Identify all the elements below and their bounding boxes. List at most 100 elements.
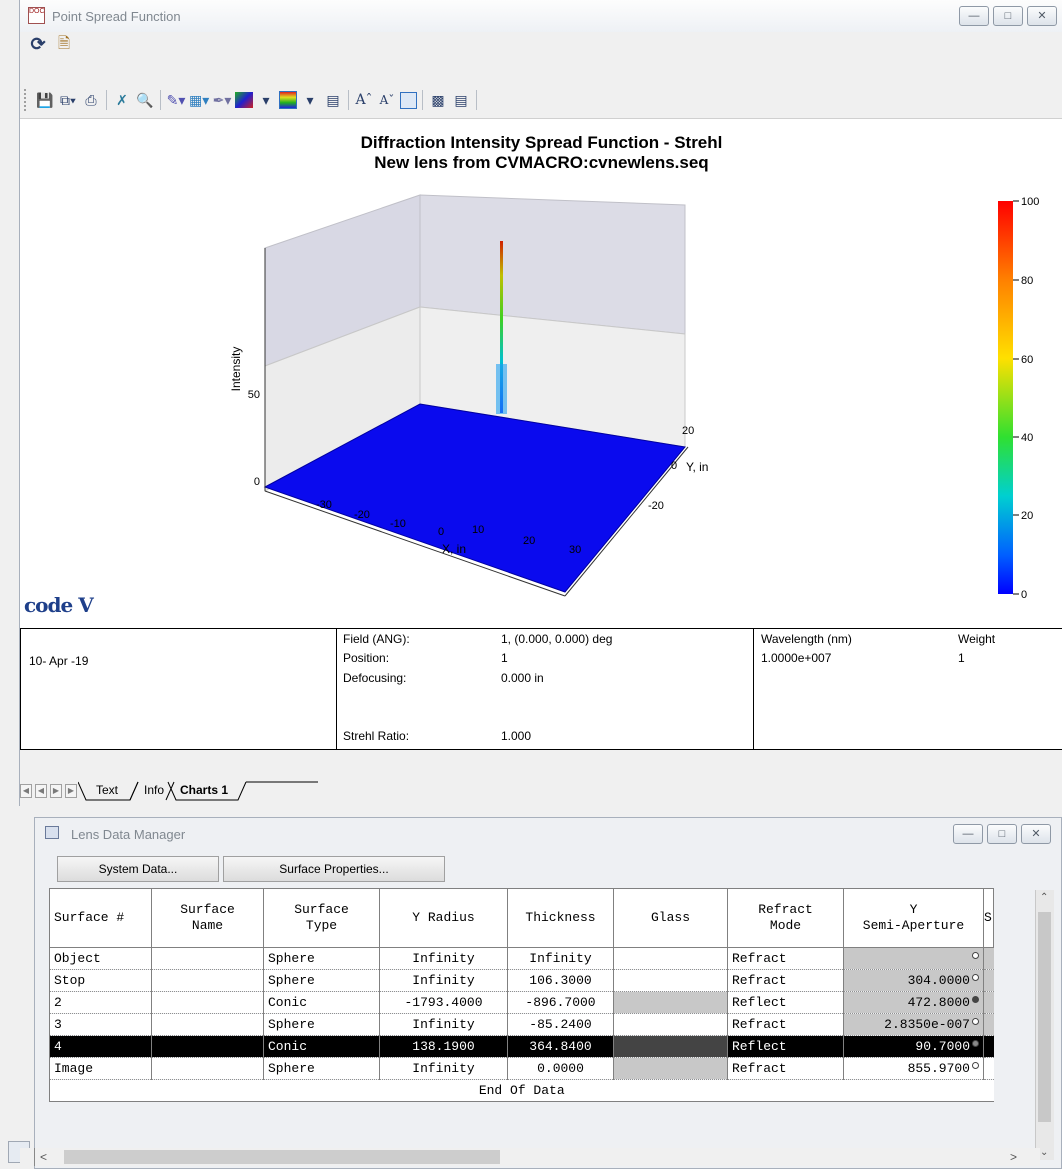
cell-radius[interactable]: Infinity — [379, 969, 508, 992]
print-icon[interactable]: ⎙ — [81, 90, 101, 110]
minimize-button[interactable]: — — [959, 6, 989, 26]
psf-title-bar[interactable]: DOC Point Spread Function — □ ✕ — [20, 0, 1062, 32]
zoom-icon[interactable]: 🔍 — [135, 90, 155, 110]
cell-mode[interactable]: Refract — [727, 969, 844, 992]
cell-type[interactable]: Sphere — [263, 947, 380, 970]
cell-name[interactable] — [151, 991, 264, 1014]
legend-icon[interactable] — [279, 91, 297, 109]
vertical-scrollbar[interactable]: ⌃ ⌄ — [1035, 890, 1054, 1160]
last-page-button[interactable]: ▶ — [65, 784, 77, 798]
save-icon[interactable]: 💾 — [35, 90, 55, 110]
tab-text[interactable]: Text — [96, 783, 118, 797]
scroll-left-icon[interactable]: < — [40, 1150, 47, 1164]
tab-charts-1[interactable]: Charts 1 — [180, 783, 228, 797]
cell-radius[interactable]: Infinity — [379, 1057, 508, 1080]
cell-thickness[interactable]: -896.7000 — [507, 991, 614, 1014]
cell-glass[interactable] — [613, 969, 728, 992]
col-glass[interactable]: Glass — [613, 888, 728, 948]
gradient-icon[interactable] — [235, 92, 253, 108]
table-row[interactable]: 2 Conic -1793.4000 -896.7000 Reflect 472… — [49, 991, 994, 1014]
list-icon[interactable]: ▤ — [451, 90, 471, 110]
cell-thickness[interactable]: 364.8400 — [507, 1035, 614, 1058]
table-row[interactable]: Image Sphere Infinity 0.0000 Refract 855… — [49, 1057, 994, 1080]
cell-name[interactable] — [151, 1035, 264, 1058]
cell-mode[interactable]: Refract — [727, 1057, 844, 1080]
cell-aperture[interactable]: 472.8000 — [843, 991, 984, 1014]
cell-glass[interactable] — [613, 947, 728, 970]
grid-icon[interactable]: ▩ — [428, 90, 448, 110]
frame-icon[interactable] — [400, 91, 417, 109]
paint-icon[interactable]: ✎▾ — [166, 90, 186, 110]
scroll-down-icon[interactable]: ⌄ — [1040, 1147, 1048, 1158]
system-data-button[interactable]: System Data... — [57, 856, 219, 882]
table-row[interactable]: Object Sphere Infinity Infinity Refract — [49, 947, 994, 970]
col-y-radius[interactable]: Y Radius — [379, 888, 508, 948]
col-refract-mode[interactable]: Refract Mode — [727, 888, 844, 948]
cell-thickness[interactable]: 0.0000 — [507, 1057, 614, 1080]
toolbar-grip[interactable] — [24, 89, 29, 111]
cell-thickness[interactable]: 106.3000 — [507, 969, 614, 992]
cell-type[interactable]: Sphere — [263, 1057, 380, 1080]
cell-aperture[interactable]: 2.8350e-007 — [843, 1013, 984, 1036]
scroll-right-icon[interactable]: > — [1010, 1150, 1017, 1164]
cell-type[interactable]: Conic — [263, 991, 380, 1014]
horizontal-scrollbar[interactable]: < > — [20, 1148, 1040, 1166]
col-surface-number[interactable]: Surface # — [49, 888, 152, 948]
table-icon[interactable]: ▤ — [323, 90, 343, 110]
ldm-maximize-button[interactable]: □ — [987, 824, 1017, 844]
col-extra[interactable]: S — [983, 888, 994, 948]
col-thickness[interactable]: Thickness — [507, 888, 614, 948]
vertical-scroll-thumb[interactable] — [1038, 912, 1051, 1122]
cell-surface[interactable]: Image — [49, 1057, 152, 1080]
table-row[interactable]: Stop Sphere Infinity 106.3000 Refract 30… — [49, 969, 994, 992]
cell-type[interactable]: Sphere — [263, 969, 380, 992]
cell-aperture[interactable]: 855.9700 — [843, 1057, 984, 1080]
cell-glass[interactable] — [613, 1057, 728, 1080]
close-button[interactable]: ✕ — [1027, 6, 1057, 26]
first-page-button[interactable]: ◀ — [20, 784, 32, 798]
cell-radius[interactable]: Infinity — [379, 947, 508, 970]
cell-mode[interactable]: Reflect — [727, 991, 844, 1014]
maximize-button[interactable]: □ — [993, 6, 1023, 26]
ldm-close-button[interactable]: ✕ — [1021, 824, 1051, 844]
cell-glass[interactable] — [613, 1013, 728, 1036]
next-page-button[interactable]: ▶ — [50, 784, 62, 798]
ldm-minimize-button[interactable]: — — [953, 824, 983, 844]
horizontal-scroll-thumb[interactable] — [64, 1150, 500, 1164]
cell-radius[interactable]: 138.1900 — [379, 1035, 508, 1058]
cell-mode[interactable]: Reflect — [727, 1035, 844, 1058]
copy-icon[interactable]: ⧉▾ — [58, 90, 78, 110]
cell-surface[interactable]: 4 — [49, 1035, 152, 1058]
export-icon[interactable]: 🗎 — [54, 34, 74, 54]
cell-thickness[interactable]: -85.2400 — [507, 1013, 614, 1036]
cell-glass[interactable] — [613, 1035, 728, 1058]
cell-type[interactable]: Conic — [263, 1035, 380, 1058]
cell-aperture[interactable]: 90.7000 — [843, 1035, 984, 1058]
refresh-icon[interactable]: ⟳ — [28, 34, 48, 54]
cell-mode[interactable]: Refract — [727, 1013, 844, 1036]
cell-glass[interactable] — [613, 991, 728, 1014]
cell-surface[interactable]: 3 — [49, 1013, 152, 1036]
cell-name[interactable] — [151, 1057, 264, 1080]
fit-icon[interactable]: ✗ — [112, 90, 132, 110]
cell-surface[interactable]: 2 — [49, 991, 152, 1014]
cell-type[interactable]: Sphere — [263, 1013, 380, 1036]
cell-mode[interactable]: Refract — [727, 947, 844, 970]
col-surface-name[interactable]: Surface Name — [151, 888, 264, 948]
font-down-icon[interactable]: Aˇ — [377, 90, 397, 110]
scroll-up-icon[interactable]: ⌃ — [1040, 892, 1048, 903]
brush-icon[interactable]: ✒▾ — [212, 90, 232, 110]
cell-name[interactable] — [151, 969, 264, 992]
cell-aperture[interactable]: 304.0000 — [843, 969, 984, 992]
table-row-selected[interactable]: 4 Conic 138.1900 364.8400 Reflect 90.700… — [49, 1035, 994, 1058]
cell-radius[interactable]: Infinity — [379, 1013, 508, 1036]
col-y-semi-aperture[interactable]: Y Semi-Aperture — [843, 888, 984, 948]
cell-surface[interactable]: Object — [49, 947, 152, 970]
cell-surface[interactable]: Stop — [49, 969, 152, 992]
cell-thickness[interactable]: Infinity — [507, 947, 614, 970]
cell-radius[interactable]: -1793.4000 — [379, 991, 508, 1014]
cell-name[interactable] — [151, 947, 264, 970]
prev-page-button[interactable]: ◀ — [35, 784, 47, 798]
surface-properties-button[interactable]: Surface Properties... — [223, 856, 445, 882]
cell-name[interactable] — [151, 1013, 264, 1036]
